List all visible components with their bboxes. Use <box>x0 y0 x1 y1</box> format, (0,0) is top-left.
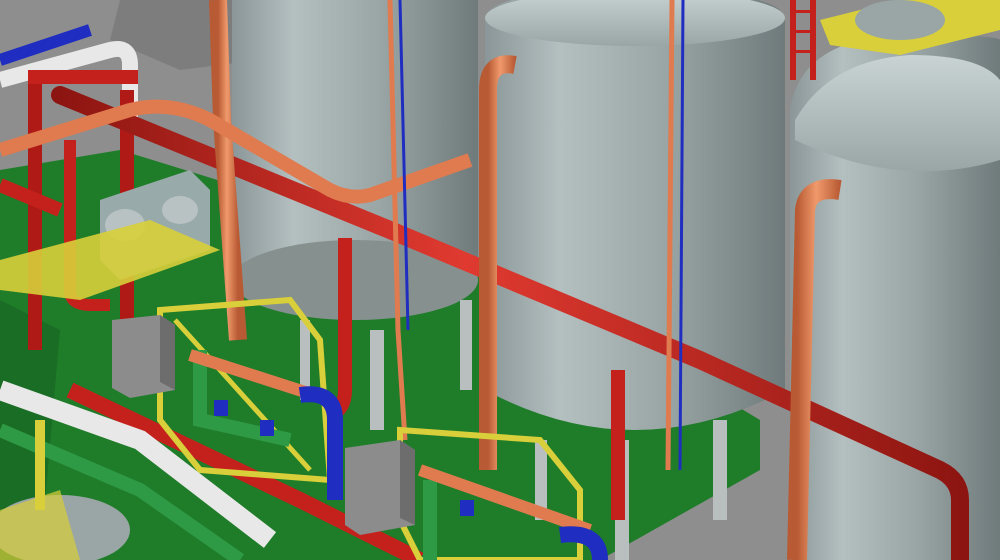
industrial-plant-render <box>0 0 1000 560</box>
storage-tank-right <box>790 35 1000 560</box>
plant-scene-svg <box>0 0 1000 560</box>
electrical-box-2 <box>345 440 415 535</box>
electrical-box-1 <box>112 315 175 398</box>
